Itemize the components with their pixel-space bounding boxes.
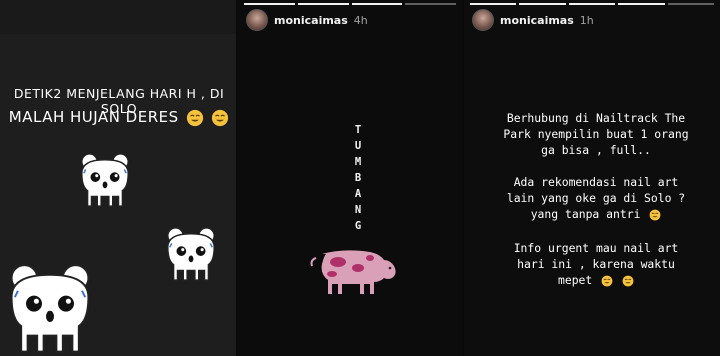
progress-segment [351,3,403,5]
vertical-letter: N [354,204,362,216]
progress-segment [519,3,566,5]
sweat-smile-emoji-icon [649,209,661,220]
vertical-letter: G [354,220,362,232]
post-time: 4h [353,13,368,27]
progress-segment [618,3,665,5]
avatar[interactable] [246,9,268,31]
vertical-letter: M [354,156,362,168]
sad-bear-sticker [10,264,90,353]
progress-segment [667,3,715,5]
progress-segment [470,3,517,5]
story-progress-bar [244,3,456,5]
story-panel-left[interactable]: DETIK2 MENJELANG HARI H , DI SOLO MALAH … [0,0,238,356]
vertical-word: T U M B A N G [351,124,365,232]
sad-bear-sticker [81,153,129,207]
story-top-bar [0,0,236,34]
progress-segment [568,3,616,5]
story-text-paragraph-2: Ada rekomendasi nail art lain yang oke g… [506,175,686,221]
story-text-paragraph-3: Info urgent mau nail art hari ini , kare… [513,241,679,287]
vertical-letter: A [354,188,362,200]
pink-cow-sticker [310,250,396,294]
story-header: monicaimas 1h [472,9,594,31]
progress-segment [244,3,295,5]
progress-segment [405,3,456,5]
joy-emoji-icon [622,275,634,286]
story-collage: DETIK2 MENJELANG HARI H , DI SOLO MALAH … [0,0,720,356]
sweat-smile-emoji-icon [186,109,204,126]
vertical-letter: B [354,172,362,184]
story-progress-bar [470,3,715,5]
avatar[interactable] [472,9,494,31]
username[interactable]: monicaimas [500,14,574,27]
sweat-smile-emoji-icon [212,109,229,126]
username[interactable]: monicaimas [274,14,348,27]
vertical-letter: U [354,140,362,152]
progress-segment [297,3,349,5]
joy-emoji-icon [601,275,613,286]
story-caption-line-2: MALAH HUJAN DERES [0,108,236,127]
sad-bear-sticker [167,227,215,281]
vertical-letter: T [354,124,362,136]
story-text-paragraph-1: Berhubung di Nailtrack The Park nyempili… [503,111,689,157]
post-time: 1h [579,13,594,27]
story-header: monicaimas 4h [246,9,368,31]
